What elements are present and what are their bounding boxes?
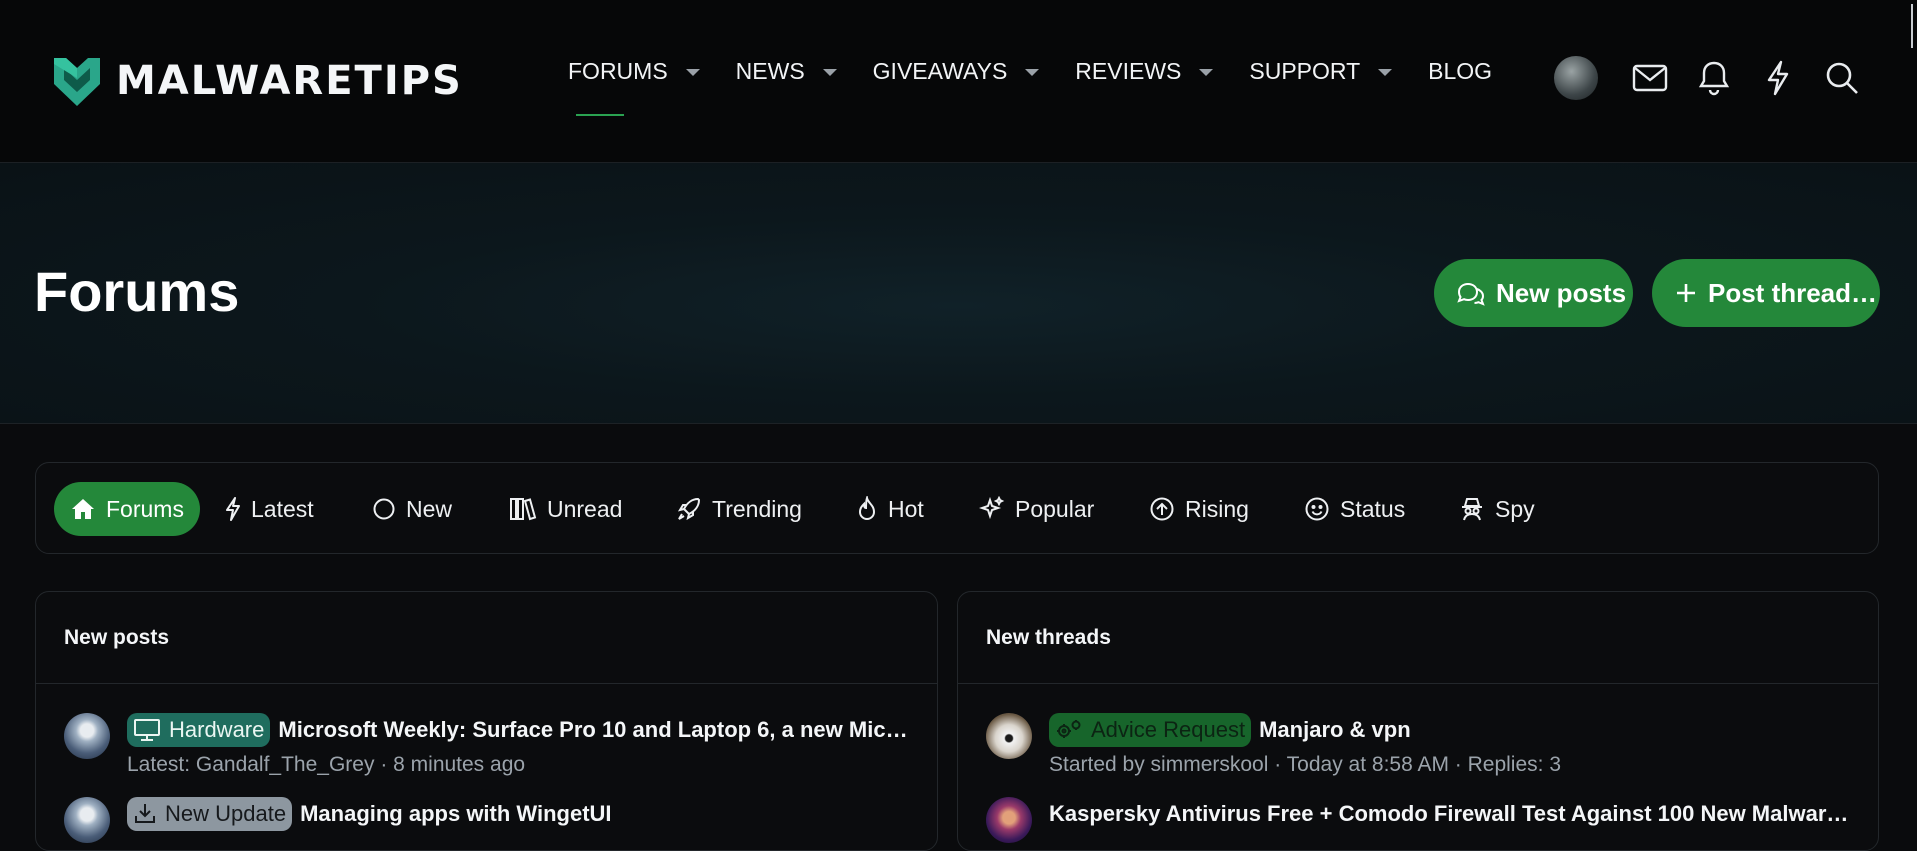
search-icon[interactable] [1820,56,1864,100]
post-thread-label: Post thread… [1708,277,1878,308]
thread-title-link[interactable]: Managing apps with WingetUI [300,801,611,827]
scrollbar[interactable] [1911,4,1913,48]
nav-reviews-label: REVIEWS [1075,58,1182,84]
nav-giveaways[interactable]: GIVEAWAYS [873,58,1040,85]
tab-rising-label: Rising [1185,495,1249,522]
tab-spy[interactable]: Spy [1459,482,1535,536]
avatar[interactable] [986,797,1032,843]
prefix-label-text: Advice Request [1091,717,1246,742]
chevron-down-icon[interactable] [1378,69,1393,76]
chevron-down-icon[interactable] [685,69,700,76]
avatar[interactable] [986,713,1032,759]
item-title-row: Kaspersky Antivirus Free + Comodo Firewa… [1049,797,1850,831]
lightning-icon[interactable] [1756,56,1800,100]
home-icon [72,499,94,519]
prefix-label[interactable]: Advice Request [1049,713,1252,747]
tab-new[interactable]: New [372,482,452,536]
tab-status[interactable]: Status [1304,482,1405,536]
thread-title-link[interactable]: Manjaro & vpn [1259,717,1411,743]
new-posts-button[interactable]: New posts [1434,259,1633,327]
tab-latest-label: Latest [251,495,314,522]
user-avatar[interactable] [1554,56,1598,100]
nav-news[interactable]: NEWS [736,58,837,85]
thread-title-link[interactable]: Kaspersky Antivirus Free + Comodo Firewa… [1049,801,1850,827]
malwaretips-logo-icon [54,58,100,106]
thread-title-link[interactable]: Microsoft Weekly: Surface Pro 10 and Lap… [278,717,907,743]
new-posts-label: New posts [1496,277,1627,308]
logo-text: MALWARETIPS [116,58,463,104]
header-actions [1554,56,1884,100]
nav-blog[interactable]: BLOG [1428,58,1492,85]
tab-trending-label: Trending [712,495,802,522]
chat-bubbles-icon [1457,282,1485,306]
tab-latest[interactable]: Latest [225,482,314,536]
download-icon [135,804,155,823]
tab-new-label: New [406,495,453,522]
item-meta: Latest: Gandalf_The_Grey · 8 minutes ago [127,753,526,776]
new-threads-panel: New threads Advice Request Manjaro & vpn… [957,591,1879,851]
tab-spy-label: Spy [1495,495,1535,522]
tab-forums[interactable]: Forums [54,482,200,536]
nav-forums-label: FORUMS [568,58,668,84]
prefix-label-text: New Update [165,801,287,826]
tab-hot-label: Hot [888,495,924,522]
item-title-row: Advice Request Manjaro & vpn [1049,713,1850,747]
chevron-down-icon[interactable] [822,69,837,76]
prefix-label[interactable]: Hardware [127,713,271,747]
envelope-icon[interactable] [1628,56,1672,100]
tab-popular[interactable]: Popular [979,482,1094,536]
site-logo[interactable]: MALWARETIPS [52,54,463,108]
rocket-icon [677,497,701,521]
tab-unread-label: Unread [547,495,623,522]
page-hero: Forums New posts Post thread… [0,163,1917,424]
panel-heading: New posts [36,592,937,684]
nav-news-label: NEWS [735,58,805,84]
nav-giveaways-label: GIVEAWAYS [872,58,1008,84]
chevron-down-icon[interactable] [1025,69,1040,76]
avatar[interactable] [64,713,110,759]
nav-support[interactable]: SUPPORT [1249,58,1393,85]
tab-rising[interactable]: Rising [1149,482,1249,536]
tab-trending[interactable]: Trending [676,482,802,536]
item-meta: Started by simmerskool · Today at 8:58 A… [1049,753,1561,776]
sparkle-icon [979,496,1005,520]
arrow-up-circle-icon [1150,497,1174,521]
plus-icon [1677,284,1695,302]
tab-status-label: Status [1340,495,1406,522]
flame-icon [858,496,876,520]
nav-forums[interactable]: FORUMS [568,58,700,116]
nav-reviews[interactable]: REVIEWS [1075,58,1214,85]
page-title: Forums [34,260,240,323]
spy-icon [1462,498,1482,521]
gears-icon [1057,720,1081,738]
post-thread-button[interactable]: Post thread… [1652,259,1880,327]
lightning-icon [226,497,240,521]
tab-hot[interactable]: Hot [856,482,924,536]
forum-tabs: Forums Latest New Unread Trending Hot Po… [35,462,1879,554]
item-title-row: Hardware Microsoft Weekly: Surface Pro 1… [127,713,909,747]
site-header: MALWARETIPS FORUMS NEWS GIVEAWAYS REVIEW… [0,0,1917,163]
prefix-label[interactable]: New Update [127,797,293,831]
chevron-down-icon[interactable] [1199,69,1214,76]
tab-forums-label: Forums [106,495,184,522]
tab-unread[interactable]: Unread [509,482,622,536]
bell-icon[interactable] [1692,56,1736,100]
tab-popular-label: Popular [1015,495,1095,522]
nav-blog-label: BLOG [1428,58,1493,84]
monitor-icon [134,719,160,741]
new-posts-panel: New posts Hardware Microsoft Weekly: Sur… [35,591,938,851]
panel-heading: New threads [958,592,1878,684]
avatar[interactable] [64,797,110,843]
circle-icon [373,498,395,520]
item-title-row: New Update Managing apps with WingetUI [127,797,909,831]
nav-support-label: SUPPORT [1249,58,1361,84]
prefix-label-text: Hardware [169,717,265,742]
main-nav: FORUMS NEWS GIVEAWAYS REVIEWS SUPPORT BL… [568,58,1528,116]
smile-icon [1305,497,1329,521]
books-icon [510,498,537,521]
